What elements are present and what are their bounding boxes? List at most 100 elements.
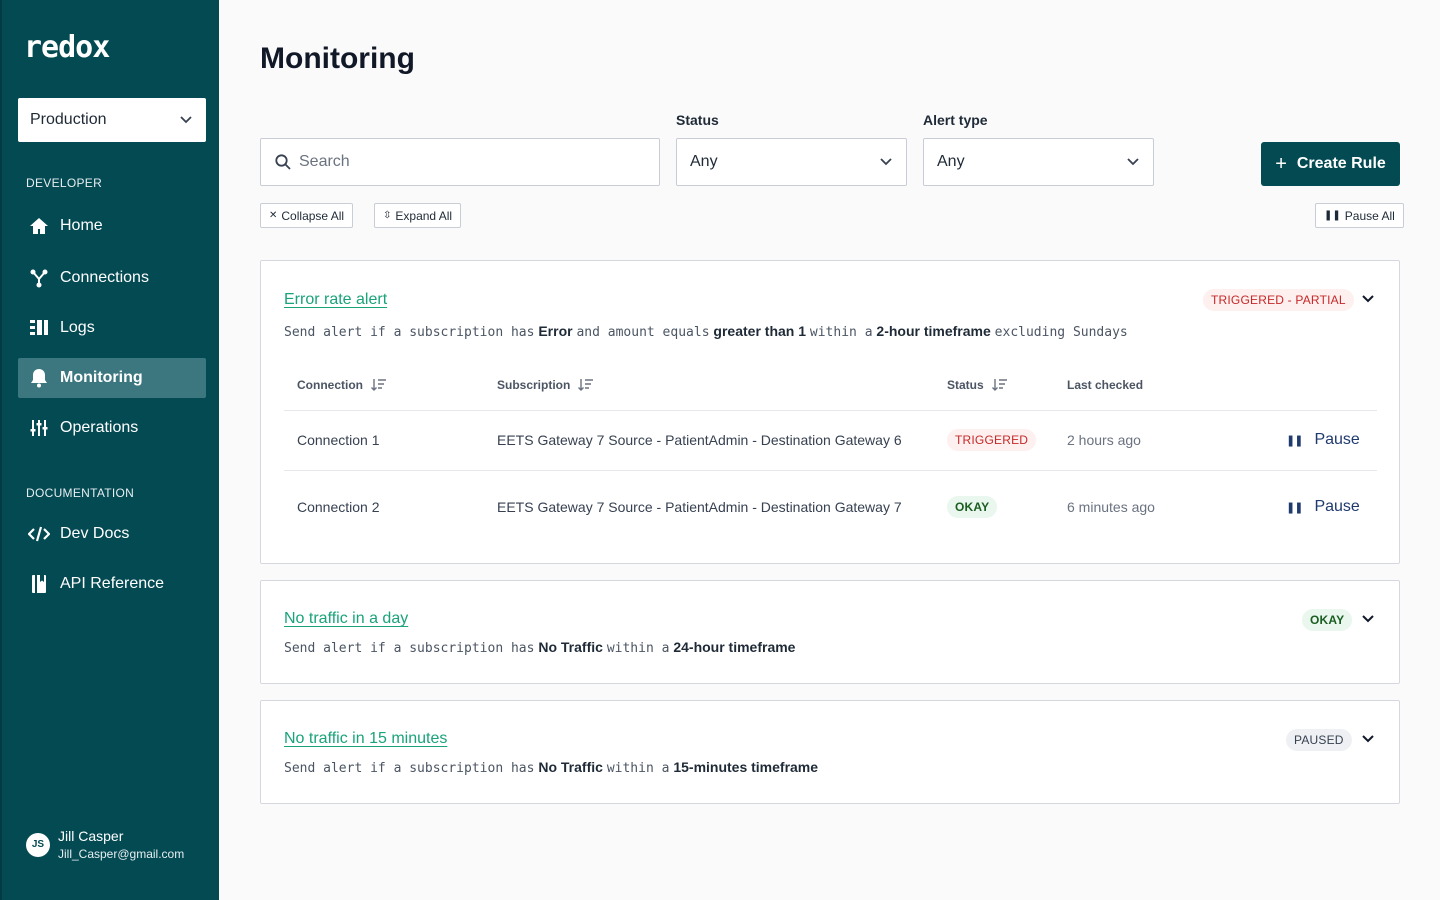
plus-icon: + bbox=[1275, 152, 1287, 175]
column-header-label: Status bbox=[947, 378, 984, 392]
status-filter-value: Any bbox=[690, 153, 718, 170]
search-icon bbox=[275, 154, 291, 170]
sort-icon bbox=[991, 379, 1007, 391]
user-profile[interactable]: JS Jill Casper Jill_Casper@gmail.com bbox=[26, 828, 184, 861]
alert-title-link[interactable]: No traffic in a day bbox=[284, 610, 408, 628]
status-filter-label: Status bbox=[676, 112, 719, 128]
alert-rule-description: Send alert if a subscription has No Traf… bbox=[284, 759, 818, 776]
sidebar-item-monitoring[interactable]: Monitoring bbox=[18, 358, 206, 398]
sidebar-item-label: Connections bbox=[60, 269, 149, 286]
cell-connection: Connection 1 bbox=[297, 432, 380, 448]
environment-value: Production bbox=[30, 111, 107, 128]
rule-value: 15-minutes timeframe bbox=[673, 759, 819, 775]
section-label-documentation: DOCUMENTATION bbox=[26, 486, 135, 500]
status-filter-select[interactable]: Any bbox=[676, 138, 907, 186]
rule-text: within a bbox=[809, 325, 873, 340]
code-icon bbox=[28, 523, 50, 545]
expand-icon: ⇳ bbox=[383, 210, 392, 221]
chevron-down-icon[interactable] bbox=[1362, 615, 1374, 623]
sidebar-item-label: Logs bbox=[60, 319, 95, 336]
pause-button[interactable]: ❚❚ Pause bbox=[1286, 431, 1360, 449]
pause-icon: ❚❚ bbox=[1286, 501, 1303, 514]
column-header-label: Subscription bbox=[497, 378, 571, 392]
sliders-icon bbox=[28, 417, 50, 439]
row-divider bbox=[284, 470, 1377, 471]
chevron-down-icon[interactable] bbox=[1362, 735, 1374, 743]
expand-all-label: Expand All bbox=[395, 208, 453, 223]
sidebar-item-api-reference[interactable]: API Reference bbox=[18, 564, 206, 604]
column-header-label: Last checked bbox=[1067, 378, 1144, 392]
cell-subscription: EETS Gateway 7 Source - PatientAdmin - D… bbox=[497, 499, 902, 515]
column-header-connection[interactable]: Connection bbox=[297, 378, 387, 392]
sidebar-item-operations[interactable]: Operations bbox=[18, 408, 206, 448]
alert-title-link[interactable]: Error rate alert bbox=[284, 291, 387, 309]
rule-text: and amount equals bbox=[576, 325, 710, 340]
expand-all-button[interactable]: ⇳ Expand All bbox=[374, 203, 462, 228]
collapse-icon: ✕ bbox=[269, 210, 278, 221]
search-input[interactable] bbox=[299, 153, 639, 171]
cell-connection: Connection 2 bbox=[297, 499, 380, 515]
sidebar-item-home[interactable]: Home bbox=[18, 206, 206, 246]
chevron-down-icon bbox=[1127, 158, 1139, 166]
sort-icon bbox=[578, 379, 594, 391]
book-icon bbox=[28, 573, 50, 595]
alert-rule-description: Send alert if a subscription has No Traf… bbox=[284, 639, 795, 656]
redox-logo[interactable]: redox bbox=[24, 30, 110, 65]
pause-button[interactable]: ❚❚ Pause bbox=[1286, 498, 1360, 516]
cell-last-checked: 6 minutes ago bbox=[1067, 499, 1155, 515]
alert-type-filter-select[interactable]: Any bbox=[923, 138, 1154, 186]
avatar: JS bbox=[26, 832, 50, 857]
column-header-subscription[interactable]: Subscription bbox=[497, 378, 594, 392]
rule-text: within a bbox=[606, 761, 670, 776]
pause-icon: ❚❚ bbox=[1286, 434, 1303, 447]
alert-status-badge: OKAY bbox=[1302, 609, 1353, 631]
chevron-down-icon bbox=[180, 116, 192, 124]
sidebar-item-label: API Reference bbox=[60, 575, 165, 592]
alert-rule-description: Send alert if a subscription has Error a… bbox=[284, 323, 1128, 340]
alert-status-badge: PAUSED bbox=[1286, 729, 1352, 751]
pause-all-button[interactable]: ❚❚ Pause All bbox=[1315, 203, 1404, 228]
rule-text: Send alert if a subscription has bbox=[284, 325, 535, 340]
home-icon bbox=[28, 215, 50, 237]
row-status-badge: TRIGGERED bbox=[947, 429, 1037, 451]
pause-label: Pause bbox=[1314, 431, 1360, 448]
sidebar-item-logs[interactable]: Logs bbox=[18, 308, 206, 348]
sidebar-item-label: Home bbox=[60, 217, 103, 234]
sidebar-item-dev-docs[interactable]: Dev Docs bbox=[18, 514, 206, 554]
create-rule-label: Create Rule bbox=[1296, 155, 1386, 172]
column-header-last-checked[interactable]: Last checked bbox=[1067, 378, 1143, 392]
alert-type-filter-label: Alert type bbox=[923, 112, 988, 128]
user-name: Jill Casper bbox=[58, 828, 124, 844]
section-label-developer: DEVELOPER bbox=[26, 176, 103, 190]
collapse-all-label: Collapse All bbox=[281, 208, 345, 223]
rule-text: Send alert if a subscription has bbox=[284, 761, 535, 776]
row-status-badge: OKAY bbox=[947, 496, 998, 518]
sidebar-item-connections[interactable]: Connections bbox=[18, 258, 206, 298]
user-email: Jill_Casper@gmail.com bbox=[58, 847, 185, 861]
rule-value: No Traffic bbox=[538, 759, 603, 775]
rule-value: greater than 1 bbox=[713, 323, 807, 339]
cell-last-checked: 2 hours ago bbox=[1067, 432, 1141, 448]
logo-text: redox bbox=[24, 30, 110, 65]
sidebar: redox Production DEVELOPER Home Connecti… bbox=[0, 0, 219, 900]
rule-value: Error bbox=[538, 323, 573, 339]
alert-title-link[interactable]: No traffic in 15 minutes bbox=[284, 730, 447, 748]
column-header-label: Connection bbox=[297, 378, 363, 392]
alert-status-badge: TRIGGERED - PARTIAL bbox=[1203, 289, 1354, 311]
sidebar-item-label: Dev Docs bbox=[60, 525, 130, 542]
collapse-all-button[interactable]: ✕ Collapse All bbox=[260, 203, 354, 228]
environment-select[interactable]: Production bbox=[18, 98, 206, 142]
search-box[interactable] bbox=[260, 138, 660, 186]
column-header-status[interactable]: Status bbox=[947, 378, 1008, 392]
alert-card-no-traffic-15-minutes: No traffic in 15 minutes PAUSED Send ale… bbox=[260, 700, 1400, 804]
rule-text: Send alert if a subscription has bbox=[284, 641, 535, 656]
connections-icon bbox=[28, 267, 50, 289]
chevron-down-icon bbox=[880, 158, 892, 166]
bell-icon bbox=[28, 367, 50, 389]
chevron-down-icon[interactable] bbox=[1362, 295, 1374, 303]
rule-text: excluding Sundays bbox=[994, 325, 1128, 340]
page-title: Monitoring bbox=[260, 42, 415, 75]
rule-value: 24-hour timeframe bbox=[673, 639, 796, 655]
sidebar-item-label: Operations bbox=[60, 419, 139, 436]
create-rule-button[interactable]: + Create Rule bbox=[1261, 142, 1400, 186]
